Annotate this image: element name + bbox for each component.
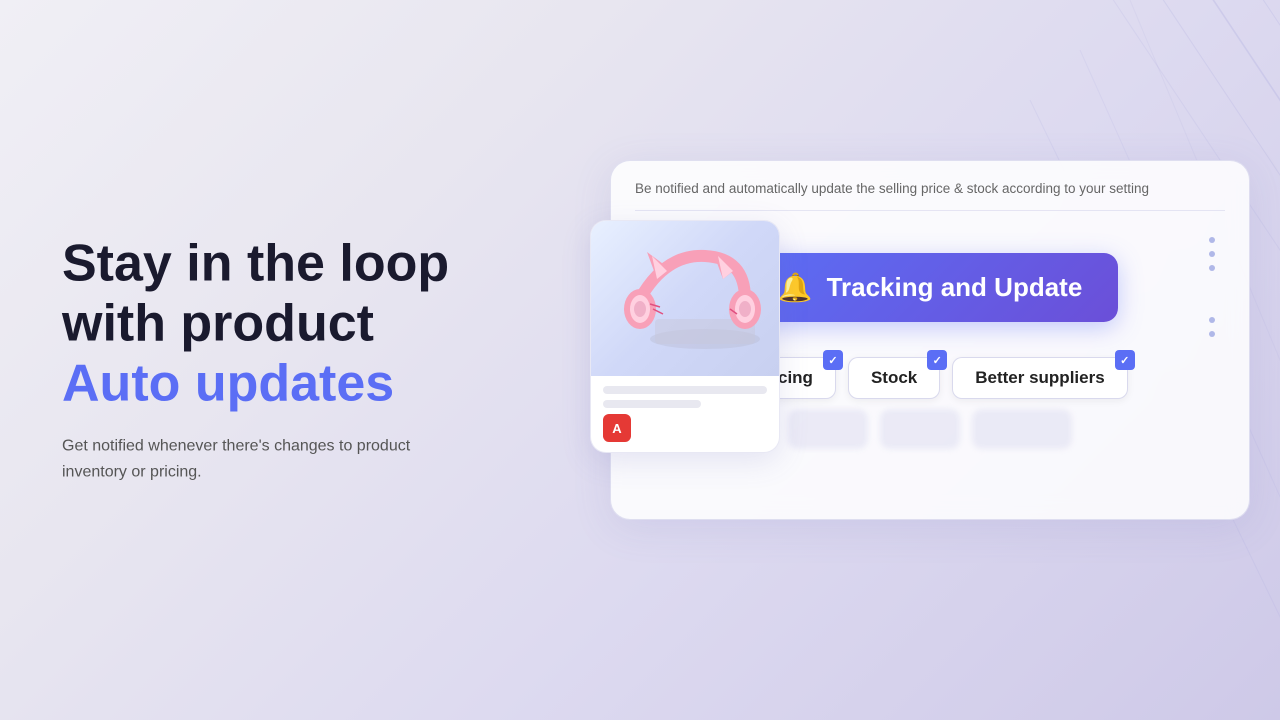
product-title-line xyxy=(603,386,767,394)
left-content-section: Stay in the loop with product Auto updat… xyxy=(62,235,452,486)
pricing-check-icon: ✓ xyxy=(823,350,843,370)
product-store-logo: A xyxy=(603,414,631,442)
headline-accent: Auto updates xyxy=(62,354,394,412)
product-card-bottom: A xyxy=(591,376,779,452)
stock-label: Stock xyxy=(871,368,917,388)
better-suppliers-tag[interactable]: Better suppliers ✓ xyxy=(952,357,1127,399)
tracking-update-button[interactable]: 🔔 Tracking and Update xyxy=(742,253,1119,322)
bell-icon: 🔔 xyxy=(778,271,813,304)
stock-tag[interactable]: Stock ✓ xyxy=(848,357,940,399)
card-description: Be notified and automatically update the… xyxy=(635,181,1225,211)
stock-check-icon: ✓ xyxy=(927,350,947,370)
subtext: Get notified whenever there's changes to… xyxy=(62,434,452,485)
product-image xyxy=(591,221,779,376)
blurred-tag-2 xyxy=(880,409,960,449)
product-subtitle-line xyxy=(603,400,701,408)
deco-dots-right xyxy=(1209,237,1215,271)
suppliers-check-icon: ✓ xyxy=(1115,350,1135,370)
blurred-tag-3 xyxy=(972,409,1072,449)
headline-line1: Stay in the loop xyxy=(62,235,449,293)
right-mockup: Be notified and automatically update the… xyxy=(590,160,1250,560)
headline-line2: with product xyxy=(62,295,374,353)
blurred-tag-1 xyxy=(788,409,868,449)
tracking-button-label: Tracking and Update xyxy=(827,272,1083,303)
deco-dots-right-bottom xyxy=(1209,317,1215,337)
product-card: A xyxy=(590,220,780,453)
headline-block: Stay in the loop with product Auto updat… xyxy=(62,235,452,414)
better-suppliers-label: Better suppliers xyxy=(975,368,1104,388)
logo-text: A xyxy=(612,421,621,436)
